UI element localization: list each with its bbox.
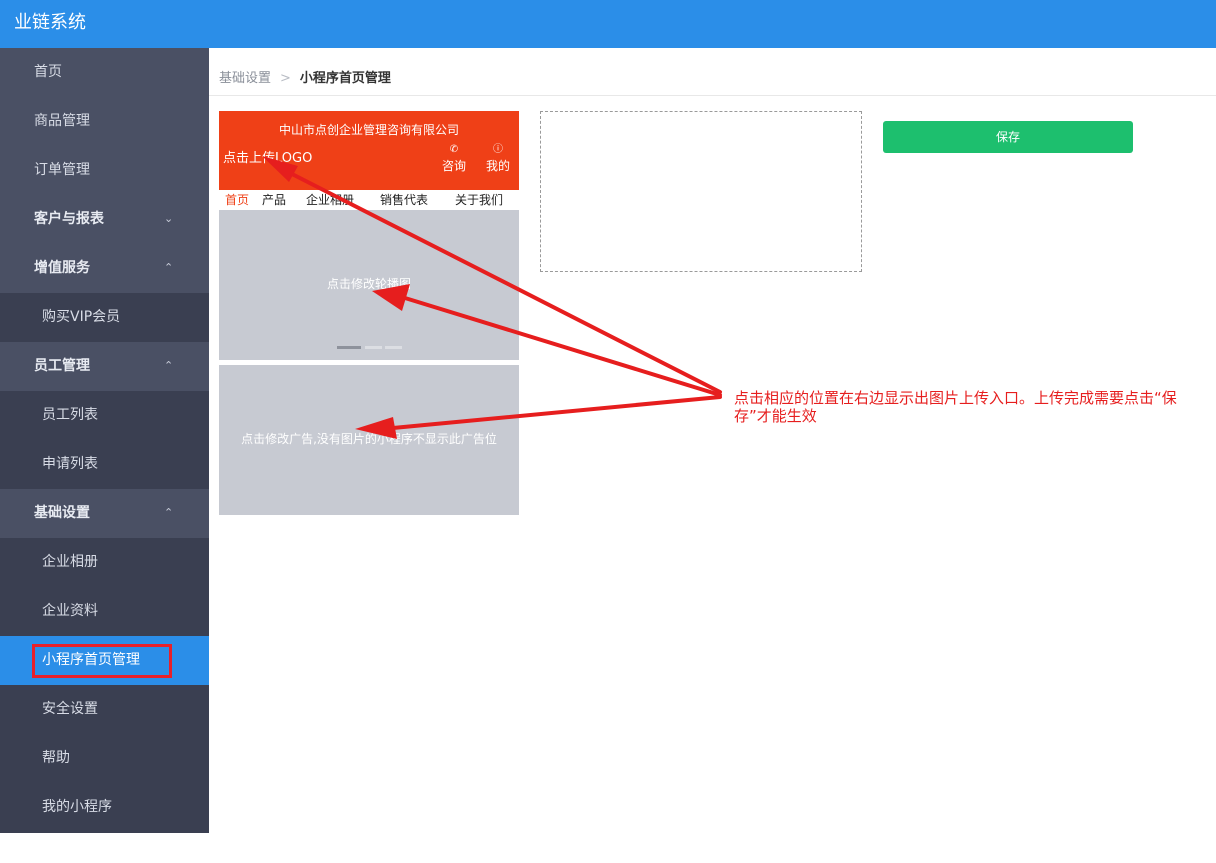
breadcrumb-parent[interactable]: 基础设置 xyxy=(219,71,271,86)
phone-icon: ✆ xyxy=(449,144,459,155)
sidebar-item-security[interactable]: 安全设置 xyxy=(0,685,209,734)
preview-mine-button[interactable]: ⓘ 我的 xyxy=(483,143,513,174)
sidebar-item-orders[interactable]: 订单管理 xyxy=(0,146,209,195)
sidebar-item-label: 商品管理 xyxy=(34,113,90,129)
preview-header: 中山市点创企业管理咨询有限公司 点击上传LOGO ✆ 咨询 ⓘ 我的 xyxy=(219,111,519,190)
preview-ad[interactable]: 点击修改广告,没有图片的小程序不显示此广告位 xyxy=(219,365,519,515)
breadcrumb: 基础设置 > 小程序首页管理 xyxy=(219,70,391,88)
sidebar-item-label: 企业资料 xyxy=(42,603,98,619)
sidebar-item-miniapp-home[interactable]: 小程序首页管理 xyxy=(0,636,209,685)
app-title: 业链系统 xyxy=(14,12,86,33)
user-icon: ⓘ xyxy=(493,144,503,155)
preview-banner-hint: 点击修改轮播图 xyxy=(326,277,411,291)
preview-nav-album[interactable]: 企业相册 xyxy=(306,190,354,210)
sidebar-item-album[interactable]: 企业相册 xyxy=(0,538,209,587)
sidebar-item-buy-vip[interactable]: 购买VIP会员 xyxy=(0,293,209,342)
carousel-dot-active[interactable] xyxy=(337,346,361,349)
preview-nav-home[interactable]: 首页 xyxy=(225,190,249,210)
preview-consult-button[interactable]: ✆ 咨询 xyxy=(439,143,469,174)
sidebar-group-basic-settings[interactable]: 基础设置 ⌃ xyxy=(0,489,209,538)
preview-ad-hint: 点击修改广告,没有图片的小程序不显示此广告位 xyxy=(241,432,497,446)
preview-banner[interactable]: 点击修改轮播图 xyxy=(219,210,519,360)
sidebar-item-products[interactable]: 商品管理 xyxy=(0,97,209,146)
preview-nav-products[interactable]: 产品 xyxy=(262,190,286,210)
breadcrumb-separator: > xyxy=(280,71,291,86)
chevron-up-icon: ⌃ xyxy=(164,359,174,372)
sidebar-group-value-added[interactable]: 增值服务 ⌃ xyxy=(0,244,209,293)
sidebar-item-label: 订单管理 xyxy=(34,162,90,178)
sidebar-item-staff-list[interactable]: 员工列表 xyxy=(0,391,209,440)
save-button[interactable]: 保存 xyxy=(883,121,1133,153)
sidebar-item-label: 企业相册 xyxy=(42,554,98,570)
carousel-dot[interactable] xyxy=(385,346,402,349)
sidebar-item-label: 安全设置 xyxy=(42,701,98,717)
sidebar-item-applications[interactable]: 申请列表 xyxy=(0,440,209,489)
sidebar-item-label: 客户与报表 xyxy=(34,211,104,227)
sidebar-item-label: 员工管理 xyxy=(34,358,90,374)
breadcrumb-current: 小程序首页管理 xyxy=(299,71,391,86)
chevron-up-icon: ⌃ xyxy=(164,261,174,274)
sidebar-item-label: 增值服务 xyxy=(34,260,90,276)
carousel-dot[interactable] xyxy=(365,346,382,349)
preview-logo-upload[interactable]: 点击上传LOGO xyxy=(223,151,312,167)
preview-nav-sales[interactable]: 销售代表 xyxy=(380,190,428,210)
sidebar-item-my-miniapp[interactable]: 我的小程序 xyxy=(0,783,209,832)
preview-mine-label: 我的 xyxy=(485,159,510,173)
annotation-note: 点击相应的位置在右边显示出图片上传入口。上传完成需要点击“保存”才能生效 xyxy=(734,389,1177,425)
chevron-up-icon: ⌃ xyxy=(164,506,174,519)
app-root: 业链系统 首页 商品管理 订单管理 客户与报表 ⌄ 增值服务 ⌃ 购买VIP会员… xyxy=(0,0,1216,863)
sidebar-item-label: 帮助 xyxy=(42,750,70,766)
top-header: 业链系统 xyxy=(0,0,1216,48)
sidebar-item-label: 购买VIP会员 xyxy=(42,309,121,325)
preview-consult-label: 咨询 xyxy=(441,159,466,173)
sidebar-item-label: 首页 xyxy=(34,64,62,80)
sidebar-item-label: 我的小程序 xyxy=(42,799,112,815)
sidebar-item-company-info[interactable]: 企业资料 xyxy=(0,587,209,636)
sidebar-item-label: 小程序首页管理 xyxy=(42,652,140,668)
preview-company-name: 中山市点创企业管理咨询有限公司 xyxy=(278,123,459,137)
sidebar-item-home[interactable]: 首页 xyxy=(0,48,209,97)
breadcrumb-divider xyxy=(209,95,1216,96)
sidebar-item-label: 申请列表 xyxy=(42,456,98,472)
preview-nav-about[interactable]: 关于我们 xyxy=(455,190,503,210)
sidebar-item-label: 基础设置 xyxy=(34,505,90,521)
sidebar-item-label: 员工列表 xyxy=(42,407,98,423)
image-upload-area[interactable] xyxy=(540,111,862,272)
sidebar-group-customers-reports[interactable]: 客户与报表 ⌄ xyxy=(0,195,209,244)
preview-nav: 首页 产品 企业相册 销售代表 关于我们 xyxy=(219,190,519,210)
sidebar-item-help[interactable]: 帮助 xyxy=(0,734,209,783)
chevron-down-icon: ⌄ xyxy=(164,212,174,225)
sidebar-group-staff[interactable]: 员工管理 ⌃ xyxy=(0,342,209,391)
sidebar: 首页 商品管理 订单管理 客户与报表 ⌄ 增值服务 ⌃ 购买VIP会员 员工管理… xyxy=(0,48,209,833)
